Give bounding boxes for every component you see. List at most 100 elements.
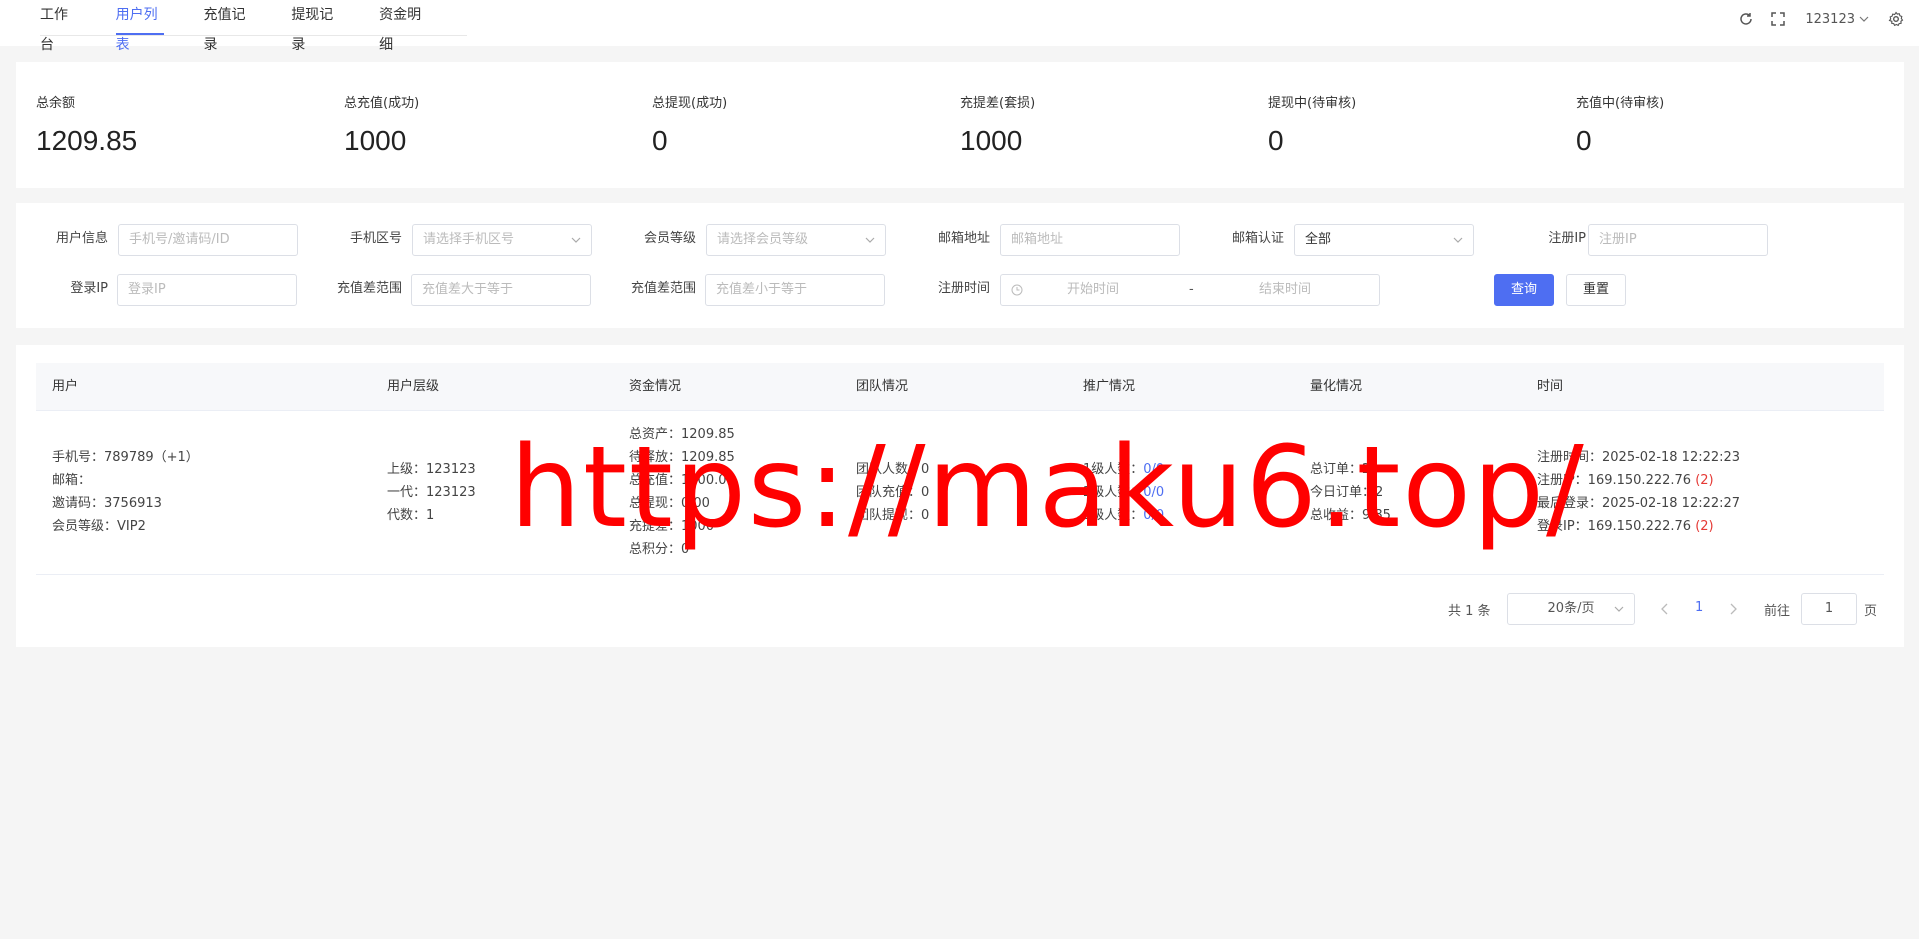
user-invite-code: 邀请码：3756913	[52, 496, 162, 511]
stat-label: 充提差(套损)	[960, 96, 1036, 111]
time-login-ip: 登录IP：169.150.222.76 (2)	[1537, 515, 1740, 538]
member-level-placeholder: 请选择会员等级	[717, 232, 809, 247]
stat-value: 0	[1576, 125, 1592, 156]
funds-total-recharge: 总充值：1000.00	[629, 473, 735, 488]
team-members: 团队人数：0	[856, 462, 930, 477]
goto-page-input[interactable]: 1	[1801, 593, 1857, 625]
clock-icon	[1011, 284, 1023, 296]
ip-count-badge[interactable]: (2)	[1695, 473, 1713, 488]
tab-recharge-records[interactable]: 充值记录	[203, 0, 252, 53]
level-first-gen: 一代：123123	[387, 485, 476, 500]
time-text: 注册时间：2025-02-18 12:22:23	[1537, 450, 1741, 465]
stat-value: 0	[652, 125, 668, 156]
login-ip-label: 登录IP	[70, 281, 108, 296]
chevron-down-icon	[571, 237, 581, 243]
time-text: 注册IP：169.150.222.76	[1537, 473, 1692, 488]
chevron-down-icon	[865, 237, 875, 243]
stat-value: 1000	[344, 125, 407, 156]
top-bar: 工作台 用户列表 充值记录 提现记录 资金明细 123123	[0, 0, 1919, 53]
stat-value: 1209.85	[36, 125, 138, 156]
stat-total-balance: 总余额 1209.85	[36, 92, 137, 157]
phone-area-select[interactable]: 请选择手机区号	[412, 224, 592, 256]
fullscreen-icon[interactable]	[1769, 10, 1787, 28]
top-right-tools: 123123	[1737, 10, 1905, 28]
stat-label: 总充值(成功)	[344, 96, 420, 111]
gear-icon[interactable]	[1887, 10, 1905, 28]
th-level: 用户层级	[387, 379, 440, 394]
user-info-input[interactable]: 手机号/邀请码/ID	[118, 224, 298, 256]
time-last-login: 最后登录：2025-02-18 12:22:27	[1537, 492, 1740, 515]
time-text: 登录IP：169.150.222.76	[1537, 519, 1692, 534]
user-info-label: 用户信息	[55, 231, 108, 246]
range-separator: -	[1189, 282, 1194, 297]
register-time-label: 注册时间	[937, 281, 990, 296]
user-table-card: 用户 用户层级 资金情况 团队情况 推广情况 量化情况 时间 手机号：78978…	[16, 345, 1904, 647]
start-time[interactable]: 开始时间	[1067, 275, 1119, 305]
query-button[interactable]: 查询	[1494, 274, 1554, 306]
end-time[interactable]: 结束时间	[1259, 275, 1311, 305]
chevron-down-icon	[1453, 237, 1463, 243]
promo-count-link[interactable]: 0/0	[1143, 462, 1164, 477]
th-quant: 量化情况	[1310, 379, 1363, 394]
cell-team: 团队人数：0 团队充值：0 团队提现：0	[856, 458, 929, 527]
page-current[interactable]: 1	[1695, 600, 1703, 615]
cell-level: 上级：123123 一代：123123 代数：1	[387, 458, 476, 527]
phone-area-placeholder: 请选择手机区号	[423, 232, 515, 247]
team-recharge: 团队充值：0	[856, 485, 930, 500]
tab-user-list[interactable]: 用户列表	[115, 0, 165, 53]
register-ip-label: 注册IP	[1548, 231, 1586, 246]
email-verify-label: 邮箱认证	[1231, 231, 1284, 246]
register-ip-input[interactable]: 注册IP	[1588, 224, 1768, 256]
user-email: 邮箱：	[52, 473, 92, 488]
tab-withdraw-records[interactable]: 提现记录	[291, 0, 340, 53]
team-withdraw: 团队提现：0	[856, 508, 930, 523]
level-generation: 代数：1	[387, 508, 435, 523]
member-level-label: 会员等级	[643, 231, 696, 246]
prev-page-icon[interactable]	[1660, 603, 1670, 615]
login-ip-input[interactable]: 登录IP	[117, 274, 297, 306]
cell-quant: 总订单：2 今日订单：2 总收益：9.85	[1310, 458, 1391, 527]
email-verify-select[interactable]: 全部	[1294, 224, 1474, 256]
funds-total-assets: 总资产：1209.85	[629, 427, 735, 442]
promo-count-link[interactable]: 0/0	[1143, 508, 1164, 523]
table-row: 手机号：789789（+1） 邮箱： 邀请码：3756913 会员等级：VIP2…	[36, 411, 1884, 575]
pagination-total: 共 1 条	[1448, 604, 1491, 619]
level-parent: 上级：123123	[387, 462, 476, 477]
reset-button[interactable]: 重置	[1566, 274, 1626, 306]
time-register: 注册时间：2025-02-18 12:22:23	[1537, 446, 1740, 469]
stat-value: 1000	[960, 125, 1023, 156]
register-time-range[interactable]: 开始时间 - 结束时间	[1000, 274, 1380, 306]
promo-level-2: 2级人数：0/0	[1083, 481, 1164, 504]
stat-recharge-diff: 充提差(套损) 1000	[960, 92, 1035, 157]
table-header: 用户 用户层级 资金情况 团队情况 推广情况 量化情况 时间	[36, 363, 1884, 411]
funds-diff: 充提差：1000	[629, 519, 715, 534]
page-size-select[interactable]: 20条/页	[1507, 593, 1635, 625]
diff-min-input[interactable]: 充值差大于等于	[411, 274, 591, 306]
stats-panel: 总余额 1209.85 总充值(成功) 1000 总提现(成功) 0 充提差(套…	[16, 62, 1904, 188]
email-input[interactable]: 邮箱地址	[1000, 224, 1180, 256]
page-size-value: 20条/页	[1547, 601, 1595, 616]
cell-funds: 总资产：1209.85 待释放：1209.85 总充值：1000.00 总提现：…	[629, 423, 735, 561]
refresh-icon[interactable]	[1737, 10, 1755, 28]
promo-level-1: 1级人数：0/0	[1083, 458, 1164, 481]
ip-count-badge[interactable]: (2)	[1695, 519, 1713, 534]
chevron-down-icon	[1859, 16, 1869, 22]
time-text: 最后登录：2025-02-18 12:22:27	[1537, 496, 1741, 511]
promo-count-link[interactable]: 0/0	[1143, 485, 1164, 500]
tab-workbench[interactable]: 工作台	[40, 0, 77, 53]
user-vip-level: 会员等级：VIP2	[52, 519, 146, 534]
cell-promo: 1级人数：0/0 2级人数：0/0 3级人数：0/0	[1083, 458, 1164, 527]
tab-fund-details[interactable]: 资金明细	[379, 0, 428, 53]
username: 123123	[1805, 11, 1855, 27]
member-level-select[interactable]: 请选择会员等级	[706, 224, 886, 256]
stat-withdraw-pending: 提现中(待审核) 0	[1268, 92, 1356, 157]
user-menu[interactable]: 123123	[1805, 12, 1869, 27]
stat-label: 充值中(待审核)	[1576, 96, 1665, 111]
filter-panel: 用户信息 手机号/邀请码/ID 手机区号 请选择手机区号 会员等级 请选择会员等…	[16, 203, 1904, 328]
stat-total-withdraw: 总提现(成功) 0	[652, 92, 727, 157]
quant-total-profit: 总收益：9.85	[1310, 508, 1391, 523]
diff-max-input[interactable]: 充值差小于等于	[705, 274, 885, 306]
page-suffix: 页	[1864, 604, 1878, 619]
chevron-down-icon	[1614, 606, 1624, 612]
next-page-icon[interactable]	[1728, 603, 1738, 615]
